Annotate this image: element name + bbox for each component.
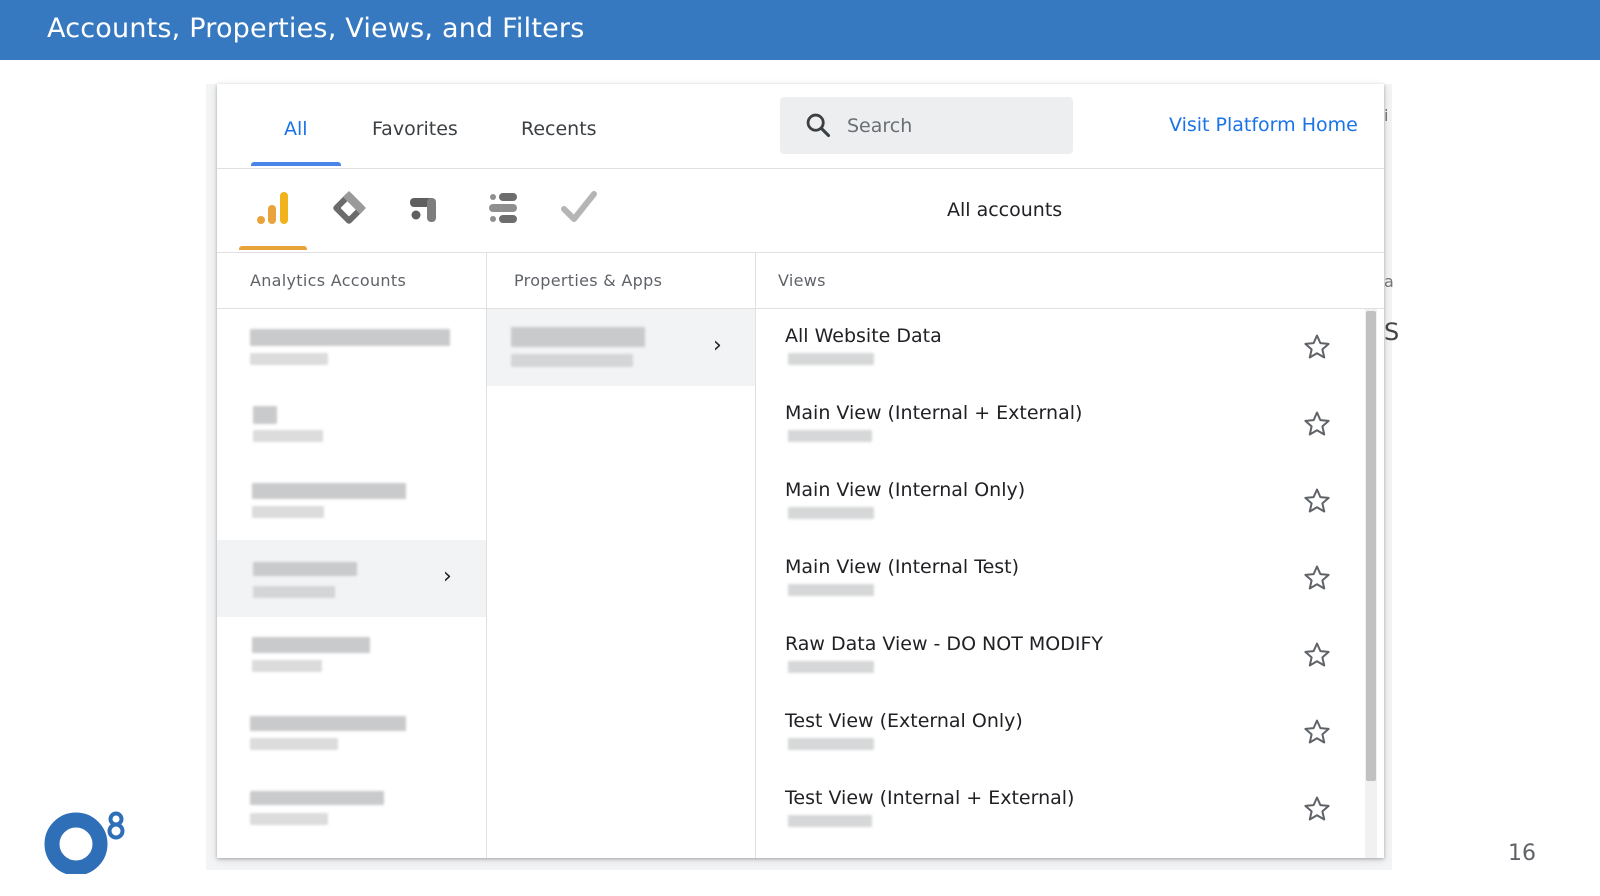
account-item[interactable]	[217, 694, 486, 771]
account-item[interactable]	[217, 617, 486, 694]
tab-all[interactable]: All	[284, 118, 308, 140]
view-item[interactable]: Main View (Internal Only)	[755, 463, 1355, 540]
views-column-header: Views	[778, 271, 826, 290]
tab-recents[interactable]: Recents	[521, 118, 597, 140]
search-box[interactable]	[780, 97, 1073, 154]
active-tab-indicator	[251, 162, 341, 166]
account-item[interactable]	[217, 386, 486, 463]
account-item-selected[interactable]: ›	[217, 540, 486, 617]
slide-title: Accounts, Properties, Views, and Filters	[47, 13, 585, 44]
account-item[interactable]	[217, 463, 486, 540]
views-scrollbar-thumb[interactable]	[1366, 311, 1376, 781]
star-icon[interactable]	[1302, 640, 1332, 670]
active-product-indicator	[239, 246, 307, 250]
view-name: Main View (Internal Test)	[785, 556, 1020, 578]
view-name: Test View (Internal + External)	[785, 787, 1075, 809]
accounts-column-header: Analytics Accounts	[250, 271, 407, 290]
view-item[interactable]: All Website Data	[755, 309, 1355, 386]
chevron-right-icon: ›	[443, 564, 452, 589]
star-icon[interactable]	[1302, 332, 1332, 362]
search-icon	[806, 113, 831, 138]
account-item[interactable]	[217, 771, 486, 848]
background-fragment: S	[1384, 318, 1400, 346]
product-switcher: All accounts	[217, 168, 1384, 253]
tag-manager-icon[interactable]	[329, 188, 369, 228]
column-headers: Analytics Accounts Properties & Apps Vie…	[217, 252, 1384, 309]
tab-favorites[interactable]: Favorites	[372, 118, 458, 140]
star-icon[interactable]	[1302, 409, 1332, 439]
account-item[interactable]	[217, 309, 486, 386]
properties-column-header: Properties & Apps	[514, 271, 663, 290]
data-studio-icon[interactable]	[483, 188, 523, 228]
slide-header: Accounts, Properties, Views, and Filters	[0, 0, 1600, 60]
tabs-row: All Favorites Recents Visit Platform Hom…	[217, 84, 1384, 169]
analytics-icon[interactable]	[253, 188, 293, 228]
background-fragment: i	[1384, 106, 1389, 125]
view-item[interactable]: Test View (External Only)	[755, 694, 1355, 771]
star-icon[interactable]	[1302, 794, 1332, 824]
visit-platform-home-link[interactable]: Visit Platform Home	[1169, 114, 1358, 136]
search-input[interactable]	[845, 111, 1064, 141]
account-picker-dialog: All Favorites Recents Visit Platform Hom…	[217, 84, 1384, 858]
surveys-icon[interactable]	[559, 188, 599, 228]
page-number: 16	[1508, 841, 1536, 866]
chevron-right-icon: ›	[713, 333, 722, 358]
view-item[interactable]: Main View (Internal Test)	[755, 540, 1355, 617]
view-name: Main View (Internal Only)	[785, 479, 1026, 501]
view-item[interactable]: Test View (Internal + External)	[755, 771, 1355, 848]
view-item[interactable]: Main View (Internal + External)	[755, 386, 1355, 463]
view-name: Raw Data View - DO NOT MODIFY	[785, 633, 1103, 655]
star-icon[interactable]	[1302, 717, 1332, 747]
view-item[interactable]: Raw Data View - DO NOT MODIFY	[755, 617, 1355, 694]
background-fragment: a	[1384, 272, 1394, 291]
scope-label: All accounts	[947, 199, 1063, 221]
property-item-selected[interactable]: ›	[487, 309, 755, 386]
view-name: All Website Data	[785, 325, 942, 347]
view-name: Test View (External Only)	[785, 710, 1023, 732]
view-name: Main View (Internal + External)	[785, 402, 1083, 424]
brand-logo	[44, 811, 125, 874]
optimize-icon[interactable]	[405, 188, 445, 228]
star-icon[interactable]	[1302, 563, 1332, 593]
star-icon[interactable]	[1302, 486, 1332, 516]
